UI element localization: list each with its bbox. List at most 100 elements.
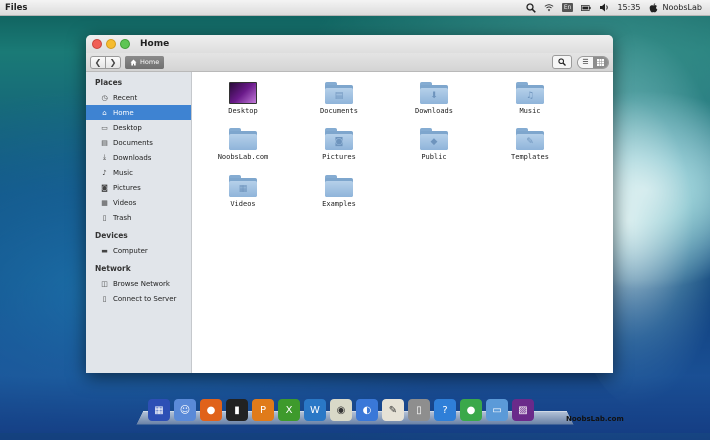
files-window: Home ❮ ❯ Home ☰ Places ◷ Recent ⌂ Home ▭ Deskt… <box>86 35 613 373</box>
battery-icon[interactable] <box>581 3 592 13</box>
dock-trash-icon[interactable]: ▯ <box>408 399 430 421</box>
list-view-button[interactable]: ☰ <box>578 56 593 68</box>
folder-templates-icon: ✎ <box>516 128 544 150</box>
dock-speaker-app-icon[interactable]: ◉ <box>330 399 352 421</box>
file-name: Desktop <box>228 107 258 115</box>
clock-icon: ◷ <box>101 93 108 102</box>
dock-video-chat-icon[interactable]: ◐ <box>356 399 378 421</box>
file-item-public[interactable]: ◆ Public <box>399 128 469 161</box>
dock-office-spreadsheet-icon[interactable]: X <box>278 399 300 421</box>
download-icon: ⤓ <box>102 153 107 161</box>
clock[interactable]: 15:35 <box>617 3 640 12</box>
sidebar-item-recent[interactable]: ◷ Recent <box>86 90 191 105</box>
dock-office-presentation-icon[interactable]: P <box>252 399 274 421</box>
file-name: NoobsLab.com <box>217 153 269 161</box>
sidebar-item-connect-to-server[interactable]: ▯ Connect to Server <box>86 291 191 306</box>
dock-media-player-icon[interactable]: ● <box>460 399 482 421</box>
file-item-documents[interactable]: ▤ Documents <box>304 82 374 115</box>
back-button[interactable]: ❮ <box>91 57 105 68</box>
file-item-music[interactable]: ♫ Music <box>495 82 565 115</box>
apple-icon[interactable] <box>649 2 659 13</box>
sidebar-item-label: Videos <box>113 198 137 207</box>
file-item-pictures[interactable]: ◙ Pictures <box>304 128 374 161</box>
sidebar-section-header: Devices <box>95 231 128 240</box>
dock-files-icon[interactable]: ▭ <box>486 399 508 421</box>
navigation-buttons: ❮ ❯ <box>90 55 121 69</box>
dock-office-writer-icon[interactable]: W <box>304 399 326 421</box>
sidebar-item-pictures[interactable]: ◙ Pictures <box>86 180 191 195</box>
file-name: Public <box>421 153 447 161</box>
sidebar-item-browse-network[interactable]: ◫ Browse Network <box>86 276 191 291</box>
dock-help-icon[interactable]: ? <box>434 399 456 421</box>
sidebar-item-desktop[interactable]: ▭ Desktop <box>86 120 191 135</box>
folder-public-icon: ◆ <box>420 128 448 150</box>
sidebar-item-label: Computer <box>113 246 148 255</box>
wifi-icon[interactable] <box>544 3 554 13</box>
home-icon: ⌂ <box>102 108 107 117</box>
grid-icon <box>597 58 604 66</box>
file-name: Music <box>519 107 541 115</box>
folder-videos-icon: ▦ <box>229 175 257 197</box>
maximize-window-button[interactable] <box>120 39 130 49</box>
dock-text-editor-icon[interactable]: ✎ <box>382 399 404 421</box>
folder-icon <box>325 175 353 197</box>
file-name: Documents <box>320 107 358 115</box>
folder-music-icon: ♫ <box>516 82 544 104</box>
file-item-noobslab-com[interactable]: NoobsLab.com <box>208 128 278 161</box>
search-button[interactable] <box>552 55 572 69</box>
sidebar-item-label: Desktop <box>113 123 142 132</box>
forward-button[interactable]: ❯ <box>105 56 120 68</box>
sidebar-item-label: Connect to Server <box>113 294 177 303</box>
window-body: Places ◷ Recent ⌂ Home ▭ Desktop ▤ Documents ⤓ Dow… <box>86 72 613 373</box>
sidebar-item-label: Recent <box>113 93 138 102</box>
server-icon: ▯ <box>102 294 107 303</box>
file-item-desktop[interactable]: Desktop <box>208 82 278 115</box>
dock-terminal-icon[interactable]: ▮ <box>226 399 248 421</box>
window-toolbar: ❮ ❯ Home ☰ <box>86 53 613 72</box>
sidebar-item-label: Music <box>113 168 133 177</box>
file-name: Templates <box>511 153 549 161</box>
user-name[interactable]: NoobsLab <box>663 3 702 12</box>
minimize-window-button[interactable] <box>106 39 116 49</box>
grid-view-button[interactable] <box>593 56 608 68</box>
breadcrumb-label: Home <box>140 58 160 66</box>
file-item-videos[interactable]: ▦ Videos <box>208 175 278 208</box>
sidebar-item-videos[interactable]: ▦ Videos <box>86 195 191 210</box>
document-icon: ▤ <box>101 138 108 147</box>
file-name: Videos <box>230 200 256 208</box>
sidebar-item-downloads[interactable]: ⤓ Downloads <box>86 150 191 165</box>
sidebar-item-computer[interactable]: ▬ Computer <box>86 243 191 258</box>
network-icon: ◫ <box>101 279 108 288</box>
close-window-button[interactable] <box>92 39 102 49</box>
folder-pictures-icon: ◙ <box>325 128 353 150</box>
sidebar-item-home[interactable]: ⌂ Home <box>86 105 191 120</box>
file-item-downloads[interactable]: ⬇ Downloads <box>399 82 469 115</box>
breadcrumb-home[interactable]: Home <box>125 55 165 69</box>
folder-icon <box>229 128 257 150</box>
file-item-templates[interactable]: ✎ Templates <box>495 128 565 161</box>
folder-downloads-icon: ⬇ <box>420 82 448 104</box>
sidebar-item-documents[interactable]: ▤ Documents <box>86 135 191 150</box>
search-icon[interactable] <box>526 2 536 13</box>
volume-icon[interactable] <box>599 3 609 13</box>
app-name[interactable]: Files <box>5 3 27 13</box>
window-titlebar[interactable]: Home <box>86 35 613 53</box>
sidebar-item-label: Documents <box>113 138 153 147</box>
dock-launcher-icon[interactable]: ▦ <box>148 399 170 421</box>
sidebar-item-trash[interactable]: ▯ Trash <box>86 210 191 225</box>
sidebar-item-label: Browse Network <box>113 279 170 288</box>
sidebar-section-header: Network <box>95 264 131 273</box>
sidebar: Places ◷ Recent ⌂ Home ▭ Desktop ▤ Documents ⤓ Dow… <box>86 72 192 373</box>
sidebar-section-header: Places <box>95 78 123 87</box>
dock-finder-icon[interactable]: ☺ <box>174 399 196 421</box>
watermark: NoobsLab.com <box>566 415 624 423</box>
dock-firefox-icon[interactable]: ● <box>200 399 222 421</box>
file-item-examples[interactable]: Examples <box>304 175 374 208</box>
system-tray: En 15:35 NoobsLab <box>526 2 702 13</box>
top-menu-bar: Files En 15:35 NoobsLab <box>0 0 710 16</box>
sidebar-item-music[interactable]: ♪ Music <box>86 165 191 180</box>
music-icon: ♪ <box>102 168 107 177</box>
keyboard-language-indicator[interactable]: En <box>561 3 574 12</box>
dock-desktop-preview-icon[interactable]: ▨ <box>512 399 534 421</box>
camera-icon: ◙ <box>101 183 108 192</box>
